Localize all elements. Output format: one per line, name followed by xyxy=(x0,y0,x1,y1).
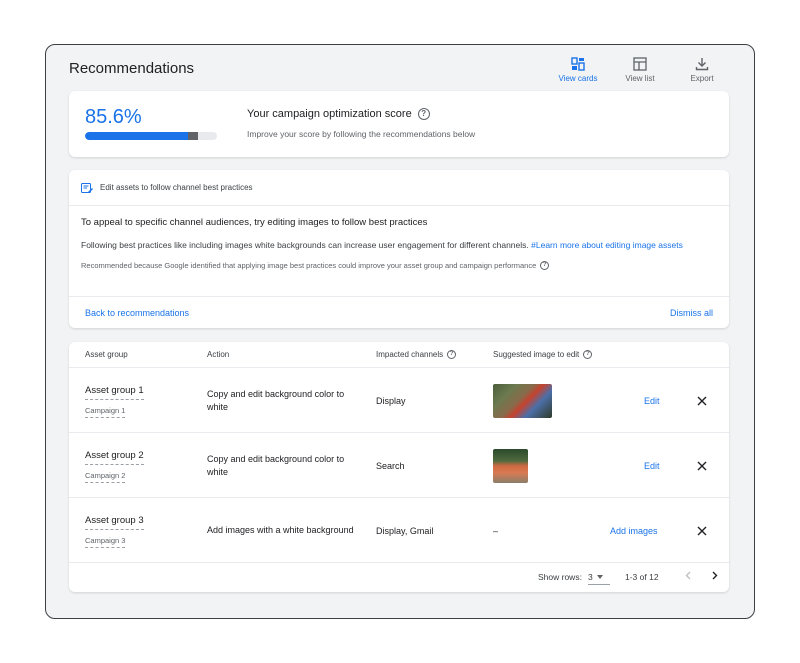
action-cell: Copy and edit background color to white xyxy=(207,388,345,412)
dismiss-row-button[interactable] xyxy=(697,368,707,433)
export-label: Export xyxy=(690,74,714,83)
header-action: Action xyxy=(207,350,230,359)
rows-per-page-select[interactable]: 3 xyxy=(588,570,610,585)
recommendations-window: Recommendations View cards View list Exp… xyxy=(45,44,755,619)
header-impacted-channels-label: Impacted channels xyxy=(376,350,444,359)
recommendation-header-label: Edit assets to follow channel best pract… xyxy=(100,183,253,192)
action-cell: Copy and edit background color to white xyxy=(207,453,345,477)
download-icon xyxy=(695,58,709,71)
table-row: Asset group 3 Campaign 3 Add images with… xyxy=(69,498,729,563)
asset-group-cell: Asset group 3 Campaign 3 xyxy=(85,515,144,548)
optimization-score-card: 85.6% Your campaign optimization score ?… xyxy=(69,91,729,157)
chevron-down-icon xyxy=(596,575,603,579)
show-rows-label: Show rows: xyxy=(538,572,582,582)
channels-cell: Search xyxy=(376,460,405,471)
help-icon[interactable]: ? xyxy=(583,350,593,359)
score-progress-fill xyxy=(85,132,198,140)
toolbar: View cards View list Export xyxy=(556,57,724,83)
asset-group-cell: Asset group 1 Campaign 1 xyxy=(85,385,144,418)
asset-group-name[interactable]: Asset group 1 xyxy=(85,385,144,400)
suggested-image-cell xyxy=(493,368,552,433)
suggested-image-cell xyxy=(493,433,528,498)
export-button[interactable]: Export xyxy=(680,57,724,83)
dismiss-row-button[interactable] xyxy=(697,433,707,498)
recommendation-note-text: Recommended because Google identified th… xyxy=(81,261,537,270)
header-suggested-image-label: Suggested image to edit xyxy=(493,350,580,359)
view-list-label: View list xyxy=(625,74,655,83)
score-title: Your campaign optimization score xyxy=(247,108,412,120)
recommendation-header: Edit assets to follow channel best pract… xyxy=(69,170,729,206)
campaign-name[interactable]: Campaign 1 xyxy=(85,406,126,418)
score-subtitle: Improve your score by following the reco… xyxy=(247,129,476,139)
action-cell: Add images with a white background xyxy=(207,525,354,535)
page-range-label: 1-3 of 12 xyxy=(625,572,659,582)
recommendation-body: To appeal to specific channel audiences,… xyxy=(69,206,729,270)
suggested-image-thumbnail xyxy=(493,383,552,418)
help-icon[interactable]: ? xyxy=(417,108,430,120)
campaign-name[interactable]: Campaign 3 xyxy=(85,536,126,548)
view-list-button[interactable]: View list xyxy=(618,57,662,83)
view-cards-label: View cards xyxy=(558,74,598,83)
score-title-row: Your campaign optimization score ? xyxy=(247,108,430,120)
edit-asset-icon xyxy=(81,182,93,193)
header-asset-group: Asset group xyxy=(85,350,128,359)
campaign-name[interactable]: Campaign 2 xyxy=(85,471,126,483)
recommendation-footer: Back to recommendations Dismiss all xyxy=(69,296,729,328)
recommendation-description: Following best practices like including … xyxy=(81,239,717,252)
chevron-right-icon xyxy=(712,571,718,580)
table-row: Asset group 1 Campaign 1 Copy and edit b… xyxy=(69,368,729,433)
view-cards-icon xyxy=(571,57,585,71)
edit-button[interactable]: Edit xyxy=(644,368,660,433)
view-cards-button[interactable]: View cards xyxy=(556,57,600,83)
recommendation-title: To appeal to specific channel audiences,… xyxy=(81,217,428,228)
table-row: Asset group 2 Campaign 2 Copy and edit b… xyxy=(69,433,729,498)
dismiss-row-button[interactable] xyxy=(697,498,707,563)
score-progress-bar xyxy=(85,132,217,140)
suggested-image-thumbnail xyxy=(493,448,528,483)
chevron-left-icon xyxy=(685,571,691,580)
recommendation-card: Edit assets to follow channel best pract… xyxy=(69,170,729,328)
asset-groups-table: Asset group Action Impacted channels ? S… xyxy=(69,342,729,592)
learn-more-link[interactable]: #Learn more about editing image assets xyxy=(531,240,683,250)
channels-cell: Display, Gmail xyxy=(376,525,434,536)
asset-group-name[interactable]: Asset group 2 xyxy=(85,450,144,465)
asset-group-cell: Asset group 2 Campaign 2 xyxy=(85,450,144,483)
recommendation-note: Recommended because Google identified th… xyxy=(81,261,717,270)
view-list-icon xyxy=(633,57,647,71)
add-images-button[interactable]: Add images xyxy=(610,498,658,563)
header-impacted-channels: Impacted channels ? xyxy=(376,350,457,359)
close-icon xyxy=(697,461,707,470)
close-icon xyxy=(697,526,707,535)
dismiss-all-button[interactable]: Dismiss all xyxy=(670,308,713,318)
recommendation-description-text: Following best practices like including … xyxy=(81,240,529,250)
table-header: Asset group Action Impacted channels ? S… xyxy=(69,342,729,368)
rows-per-page-value: 3 xyxy=(588,572,593,582)
asset-group-name[interactable]: Asset group 3 xyxy=(85,515,144,530)
edit-button[interactable]: Edit xyxy=(644,433,660,498)
close-icon xyxy=(697,396,707,405)
help-icon[interactable]: ? xyxy=(447,350,457,359)
channels-cell: Display xyxy=(376,395,406,406)
previous-page-button[interactable] xyxy=(684,571,693,582)
score-value: 85.6% xyxy=(85,106,142,128)
page-title: Recommendations xyxy=(69,60,195,77)
header-suggested-image: Suggested image to edit ? xyxy=(493,350,593,359)
next-page-button[interactable] xyxy=(710,571,719,582)
help-icon[interactable]: ? xyxy=(540,261,550,270)
table-pagination: Show rows: 3 1-3 of 12 xyxy=(69,562,729,592)
back-to-recommendations-button[interactable]: Back to recommendations xyxy=(85,308,189,318)
suggested-image-cell: – xyxy=(493,525,499,536)
